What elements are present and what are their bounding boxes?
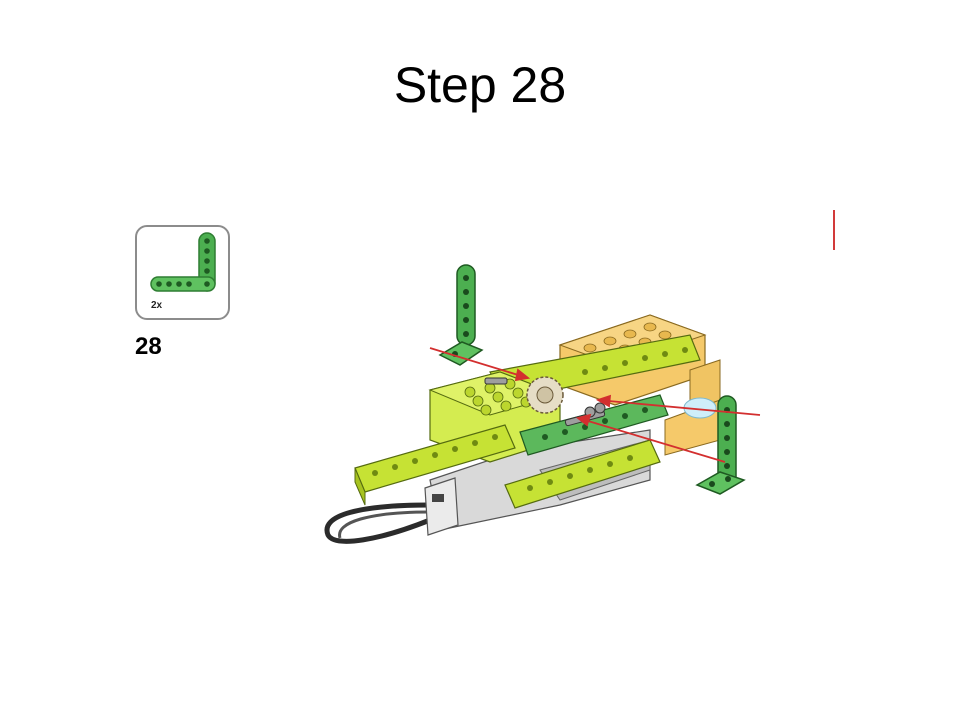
assembly-illustration <box>324 264 761 544</box>
green-l-beam-top <box>438 264 484 366</box>
gear-icon <box>526 376 564 414</box>
motor-cable <box>324 502 431 544</box>
